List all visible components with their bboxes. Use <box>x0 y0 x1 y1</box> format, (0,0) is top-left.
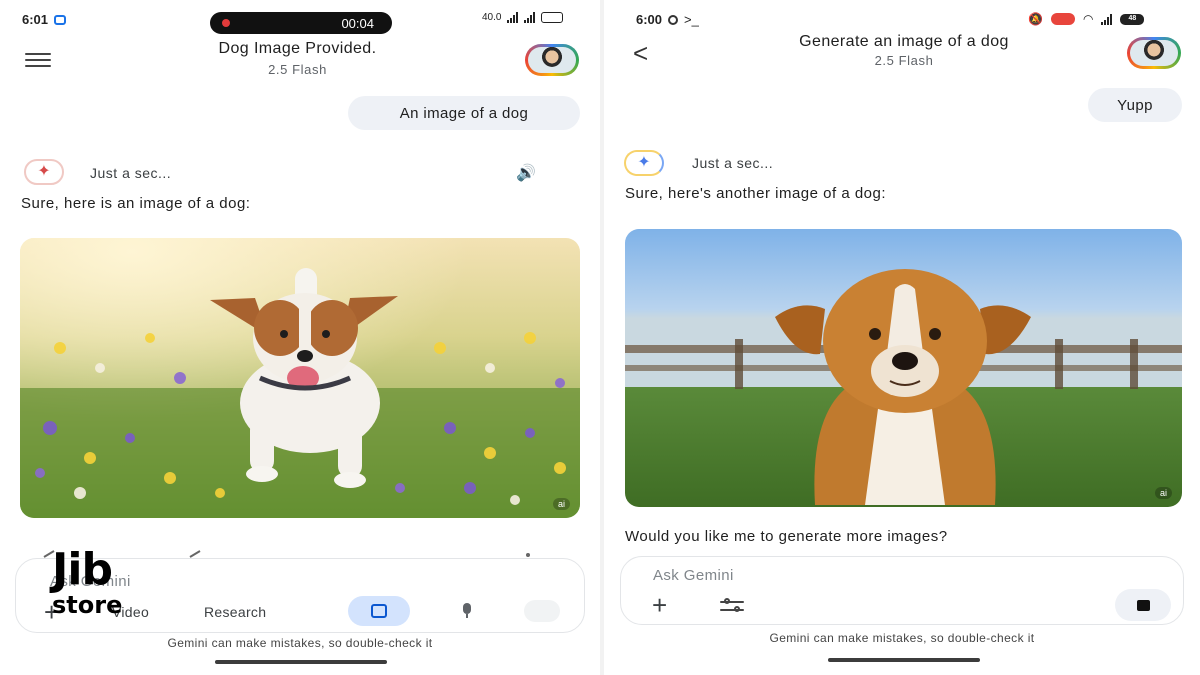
signal-icon <box>1101 13 1113 25</box>
avatar-photo <box>1130 40 1178 66</box>
signal-2-icon <box>524 12 536 23</box>
signal-icon <box>507 12 519 23</box>
left-screenshot: 6:01 00:04 40.0 Dog Image Provided. 2.5 … <box>0 0 600 675</box>
mic-icon[interactable] <box>462 603 472 619</box>
prompt-input-box[interactable]: Ask Gemini + <box>620 556 1184 625</box>
status-bar-right: 6:00 >_ <box>636 12 699 27</box>
notification-icon <box>54 14 67 25</box>
user-message-text: An image of a dog <box>399 104 529 122</box>
location-icon <box>668 14 679 25</box>
user-message-bubble: Yupp <box>1088 88 1182 122</box>
speaker-icon[interactable]: 🔊 <box>516 163 536 183</box>
status-icons-left: 40.0 <box>482 12 564 23</box>
followup-text: Would you like me to generate more image… <box>625 528 948 545</box>
recording-indicator-icon <box>1050 13 1075 25</box>
logo-line-2: store <box>52 591 123 619</box>
response-text: Sure, here is an image of a dog: <box>21 195 251 212</box>
thinking-status: Just a sec... <box>90 165 172 181</box>
user-message-text: Yupp <box>1117 96 1153 114</box>
mute-icon: 🔕 <box>1028 12 1043 26</box>
ai-generated-badge: ai <box>552 498 570 510</box>
status-icons-right: 🔕 ◠ 48 <box>1028 12 1145 26</box>
status-time: 6:00 <box>636 12 663 27</box>
back-icon[interactable]: < <box>633 40 648 66</box>
plus-icon[interactable]: + <box>652 592 667 618</box>
response-text: Sure, here's another image of a dog: <box>625 185 887 202</box>
battery-icon: 48 <box>1120 13 1145 25</box>
disclaimer-text: Gemini can make mistakes, so double-chec… <box>769 631 1035 645</box>
network-speed: 40.0 <box>482 12 502 23</box>
generated-dog-image[interactable]: ai <box>625 229 1182 507</box>
status-time: 6:01 <box>22 12 49 27</box>
thinking-status: Just a sec... <box>692 155 774 171</box>
image-tool-icon[interactable] <box>348 596 410 626</box>
gemini-spark-badge: ✦ <box>24 159 64 185</box>
model-selector[interactable]: 2.5 Flash <box>150 62 445 77</box>
generated-dog-image[interactable]: ai <box>20 238 580 518</box>
right-screenshot: 6:00 >_ 🔕 ◠ 48 < Generate an image of a … <box>604 0 1200 675</box>
gemini-spark-icon: ✦ <box>637 154 651 171</box>
jib-store-watermark-logo: Jib store <box>52 548 144 638</box>
home-indicator[interactable] <box>828 658 980 662</box>
user-message-bubble: An image of a dog <box>348 96 580 130</box>
ai-generated-badge: ai <box>1154 487 1172 499</box>
dog-in-meadow-illustration <box>20 238 580 518</box>
research-tool[interactable]: Research <box>204 604 266 620</box>
dog-portrait-illustration <box>625 229 1182 507</box>
tools-sliders-icon[interactable] <box>720 598 744 613</box>
avatar[interactable] <box>1127 37 1181 69</box>
prompt-input[interactable]: Ask Gemini <box>653 567 734 584</box>
conversation-title[interactable]: Generate an image of a dog <box>734 33 1074 51</box>
battery-level: 48 <box>1128 14 1137 22</box>
wifi-icon: ◠ <box>1082 12 1094 26</box>
battery-icon <box>541 12 564 23</box>
avatar[interactable] <box>525 44 579 76</box>
stop-icon[interactable] <box>1115 589 1171 621</box>
status-bar-left: 6:01 <box>22 12 67 27</box>
conversation-title[interactable]: Dog Image Provided. <box>150 40 445 58</box>
recording-dot-icon <box>222 19 230 27</box>
terminal-icon: >_ <box>684 12 699 27</box>
recording-timer: 00:04 <box>341 15 374 31</box>
menu-icon[interactable] <box>25 53 51 67</box>
screen-recording-pill[interactable]: 00:04 <box>210 12 392 34</box>
logo-line-1: Jib <box>52 544 113 595</box>
gemini-spark-icon: ✦ <box>37 163 51 180</box>
send-icon[interactable] <box>524 600 560 622</box>
avatar-photo <box>528 47 576 73</box>
disclaimer-text: Gemini can make mistakes, so double-chec… <box>167 636 433 650</box>
gemini-spark-badge: ✦ <box>624 150 664 176</box>
home-indicator[interactable] <box>215 660 387 664</box>
model-selector[interactable]: 2.5 Flash <box>734 53 1074 68</box>
